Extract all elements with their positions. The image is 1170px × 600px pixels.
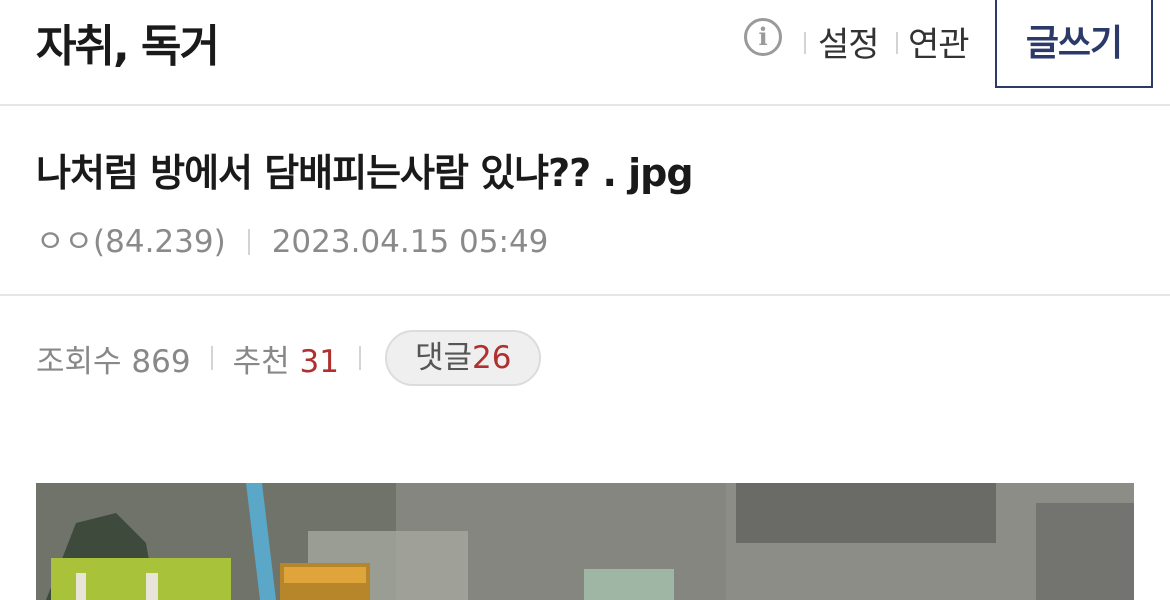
post-author[interactable]: ㅇㅇ(84.239): [36, 224, 226, 260]
post-title: 나처럼 방에서 담배피는사람 있냐?? . jpg: [36, 151, 694, 195]
divider: [247, 229, 250, 255]
info-icon[interactable]: i: [744, 18, 782, 56]
divider: [358, 346, 361, 370]
gallery-header: 자취, 독거 i 설정 연관 글쓰기: [0, 0, 1170, 106]
post-header: 나처럼 방에서 담배피는사람 있냐?? . jpg ㅇㅇ(84.239) 2023…: [0, 106, 1170, 296]
divider: [896, 32, 898, 54]
write-button[interactable]: 글쓰기: [995, 0, 1153, 88]
comment-count-button[interactable]: 댓글26: [384, 330, 542, 386]
post-image[interactable]: [36, 483, 1134, 600]
settings-link[interactable]: 설정: [818, 17, 880, 66]
comment-count-value: 26: [472, 340, 512, 376]
view-count-value: 869: [131, 343, 191, 380]
view-count-label: 조회수: [36, 343, 122, 380]
recommend-count: 추천 31: [233, 336, 339, 381]
post-meta: ㅇㅇ(84.239) 2023.04.15 05:49: [36, 216, 548, 261]
post-stats: 조회수 869 추천 31 댓글26: [36, 330, 542, 386]
recommend-count-value: 31: [299, 343, 339, 380]
post-datetime: 2023.04.15 05:49: [271, 224, 549, 260]
divider: [210, 346, 213, 370]
post-photo: [36, 483, 1134, 600]
gallery-title[interactable]: 자취, 독거: [36, 10, 220, 74]
view-count: 조회수 869: [36, 336, 191, 381]
divider: [804, 32, 806, 54]
comment-count-label: 댓글: [414, 340, 472, 376]
related-link[interactable]: 연관: [908, 17, 970, 66]
recommend-count-label: 추천: [232, 343, 290, 380]
